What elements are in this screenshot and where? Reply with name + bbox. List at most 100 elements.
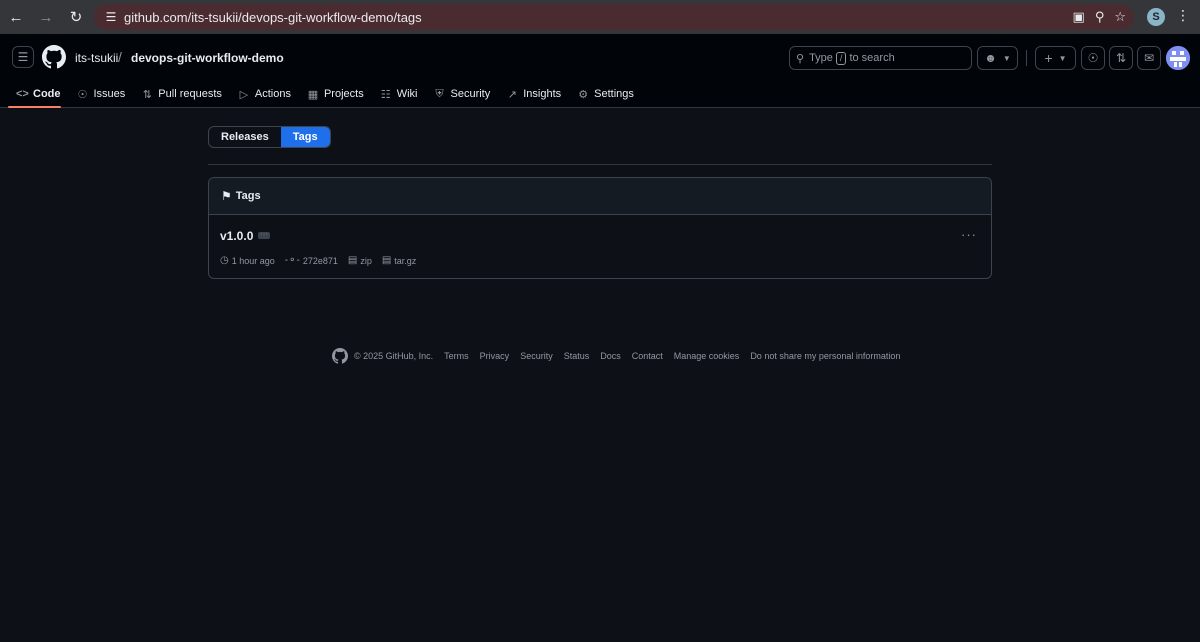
tab-label: Settings <box>594 88 634 100</box>
create-new-button[interactable]: + ▼ <box>1035 46 1076 70</box>
site-settings-icon[interactable]: ☰ <box>100 10 122 24</box>
tags-tab[interactable]: Tags <box>280 127 330 147</box>
issues-button[interactable]: ☉ <box>1081 46 1105 70</box>
footer-link-privacy[interactable]: Privacy <box>480 351 510 361</box>
footer-link-terms[interactable]: Terms <box>444 351 469 361</box>
search-placeholder-prefix: Type <box>809 52 833 64</box>
footer-link-do-not-share[interactable]: Do not share my personal information <box>750 351 900 361</box>
releases-tags-toggle: Releases Tags <box>208 126 331 148</box>
book-icon: ☷ <box>380 88 391 101</box>
inbox-button[interactable]: ✉ <box>1137 46 1161 70</box>
tag-time: ◷ 1 hour ago <box>220 255 275 266</box>
tab-settings[interactable]: ⚙ Settings <box>569 80 642 108</box>
play-icon: ▷ <box>239 88 249 101</box>
shield-icon: ⛨ <box>435 87 444 100</box>
back-arrow-icon[interactable]: ← <box>2 3 30 31</box>
tab-code[interactable]: <> Code <box>0 80 69 108</box>
tab-label: Security <box>450 88 491 100</box>
tab-pull-requests[interactable]: ⇅ Pull requests <box>133 80 230 108</box>
browser-menu-icon[interactable]: ⋮ <box>1176 7 1190 24</box>
graph-icon: ↗ <box>507 88 517 101</box>
tag-zip-label[interactable]: zip <box>360 256 372 266</box>
bookmark-star-icon[interactable]: ☆ <box>1114 9 1126 25</box>
tag-commit[interactable]: -⚬- 272e871 <box>285 255 338 266</box>
pull-request-icon: ⇅ <box>142 88 152 101</box>
tag-icon: ⚑ <box>221 189 232 203</box>
search-input[interactable]: ⚲ Type / to search <box>789 46 972 70</box>
pull-requests-button[interactable]: ⇅ <box>1109 46 1133 70</box>
tags-box: ⚑ Tags v1.0.0 ··· ··· ◷ 1 hour ago -⚬- 2… <box>208 177 992 279</box>
forward-arrow-icon[interactable]: → <box>32 3 60 31</box>
search-shortcut-key: / <box>835 51 847 65</box>
browser-toolbar: ← → ↻ ☰ github.com/its-tsukii/devops-git… <box>0 0 1200 34</box>
list-item: v1.0.0 ··· ··· ◷ 1 hour ago -⚬- 272e871 … <box>209 215 991 278</box>
tag-zip-download[interactable]: ▤ zip <box>348 255 372 266</box>
browser-profile-avatar[interactable]: S <box>1147 8 1165 26</box>
tab-projects[interactable]: ▦ Projects <box>299 80 372 108</box>
identicon-icon <box>1166 46 1190 70</box>
issue-icon: ☉ <box>77 88 88 101</box>
tag-name-link[interactable]: v1.0.0 <box>220 229 253 243</box>
tag-message-toggle[interactable]: ··· <box>258 231 270 239</box>
breadcrumb-repo[interactable]: devops-git-workflow-demo <box>131 51 284 65</box>
header-divider <box>1026 50 1027 66</box>
tab-wiki[interactable]: ☷ Wiki <box>372 80 426 108</box>
tab-issues[interactable]: ☉ Issues <box>69 80 134 108</box>
zoom-icon[interactable]: ⚲ <box>1095 9 1105 25</box>
install-app-icon[interactable]: ▣ <box>1073 9 1085 25</box>
footer-link-status[interactable]: Status <box>564 351 590 361</box>
tab-security[interactable]: ⛨ Security <box>426 80 499 108</box>
pull-request-icon: ⇅ <box>1115 51 1127 65</box>
file-zip-icon: ▤ <box>347 255 358 266</box>
inbox-icon: ✉ <box>1143 51 1155 65</box>
tab-actions[interactable]: ▷ Actions <box>230 80 299 108</box>
tag-commit-sha[interactable]: 272e871 <box>303 256 338 266</box>
tab-insights[interactable]: ↗ Insights <box>498 80 569 108</box>
table-icon: ▦ <box>307 88 319 101</box>
footer-link-security[interactable]: Security <box>520 351 553 361</box>
tab-label: Projects <box>323 88 364 100</box>
tag-meta: ◷ 1 hour ago -⚬- 272e871 ▤ zip ▤ tar.gz <box>220 255 416 266</box>
tab-label: Code <box>33 88 61 100</box>
section-divider <box>208 164 992 165</box>
clock-icon: ◷ <box>220 255 229 266</box>
footer-link-manage-cookies[interactable]: Manage cookies <box>674 351 740 361</box>
tab-label: Actions <box>254 88 291 100</box>
address-url[interactable]: github.com/its-tsukii/devops-git-workflo… <box>124 10 422 25</box>
tab-label: Insights <box>523 88 562 100</box>
repo-nav-tabs: <> Code ☉ Issues ⇅ Pull requests ▷ Actio… <box>0 80 642 108</box>
user-avatar[interactable] <box>1166 46 1190 70</box>
tag-targz-download[interactable]: ▤ tar.gz <box>382 255 416 266</box>
tab-label: Pull requests <box>158 88 222 100</box>
plus-icon: + <box>1044 50 1053 66</box>
github-logo-icon[interactable] <box>332 348 348 364</box>
footer-link-docs[interactable]: Docs <box>600 351 621 361</box>
search-placeholder-suffix: to search <box>849 52 895 64</box>
breadcrumb-owner[interactable]: its-tsukii <box>75 51 118 65</box>
chevron-down-icon: ▼ <box>1002 53 1011 63</box>
releases-tab[interactable]: Releases <box>209 127 281 147</box>
github-header: ☰ its-tsukii / devops-git-workflow-demo … <box>0 34 1200 108</box>
page-footer: © 2025 GitHub, Inc. Terms Privacy Securi… <box>332 348 911 364</box>
address-bar[interactable]: ☰ github.com/its-tsukii/devops-git-workf… <box>94 4 1134 30</box>
footer-copyright: © 2025 GitHub, Inc. <box>354 351 434 361</box>
reload-icon[interactable]: ↻ <box>62 3 90 31</box>
copilot-icon: ☻ <box>984 51 997 65</box>
tab-label: Issues <box>93 88 126 100</box>
hamburger-menu-icon[interactable]: ☰ <box>12 46 34 68</box>
code-icon: <> <box>16 88 29 100</box>
git-commit-icon: -⚬- <box>284 255 300 266</box>
search-icon: ⚲ <box>796 52 805 65</box>
github-logo-icon[interactable] <box>42 45 66 69</box>
tag-targz-label[interactable]: tar.gz <box>394 256 416 266</box>
tags-box-header: ⚑ Tags <box>209 178 991 215</box>
chevron-down-icon: ▼ <box>1058 53 1067 63</box>
breadcrumb-separator: / <box>118 49 122 65</box>
copilot-button[interactable]: ☻ ▼ <box>977 46 1018 70</box>
file-zip-icon: ▤ <box>381 255 392 266</box>
issue-opened-icon: ☉ <box>1087 51 1099 65</box>
tab-label: Wiki <box>396 88 418 100</box>
footer-link-contact[interactable]: Contact <box>632 351 663 361</box>
kebab-menu-icon[interactable]: ··· <box>961 227 977 242</box>
tags-box-title: Tags <box>235 190 261 202</box>
